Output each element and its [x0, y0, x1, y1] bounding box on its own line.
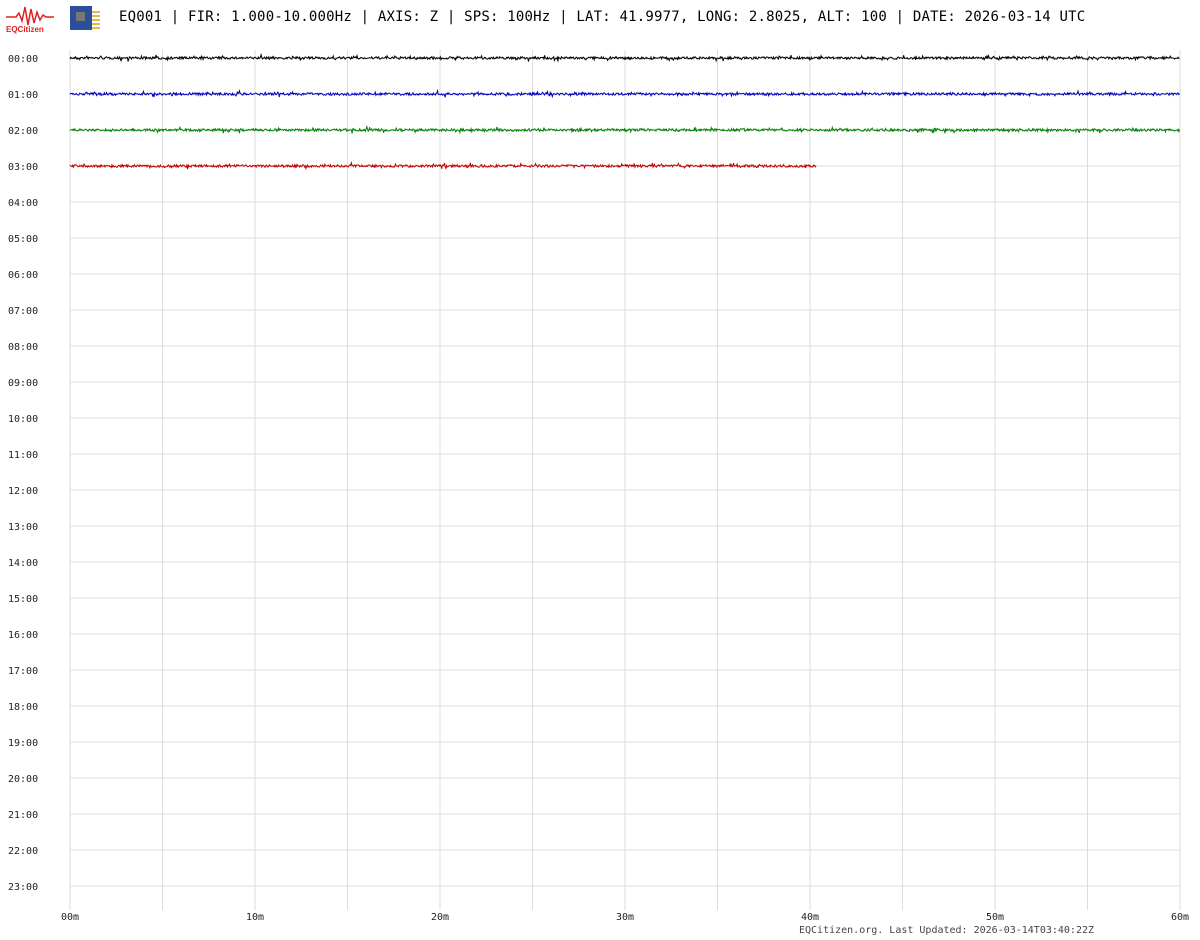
y-tick-label: 11:00	[8, 450, 38, 461]
y-tick-label: 16:00	[8, 630, 38, 641]
x-tick-label: 60m	[1171, 912, 1189, 923]
x-tick-label: 00m	[61, 912, 79, 923]
y-tick-label: 06:00	[8, 270, 38, 281]
y-tick-label: 23:00	[8, 882, 38, 893]
y-tick-label: 01:00	[8, 90, 38, 101]
y-tick-label: 19:00	[8, 738, 38, 749]
x-tick-label: 20m	[431, 912, 449, 923]
x-tick-label: 50m	[986, 912, 1004, 923]
y-tick-label: 12:00	[8, 486, 38, 497]
y-tick-label: 07:00	[8, 306, 38, 317]
y-tick-label: 03:00	[8, 162, 38, 173]
y-tick-label: 20:00	[8, 774, 38, 785]
x-tick-label: 10m	[246, 912, 264, 923]
y-tick-label: 18:00	[8, 702, 38, 713]
y-tick-label: 14:00	[8, 558, 38, 569]
y-tick-label: 08:00	[8, 342, 38, 353]
last-updated-footer: EQCitizen.org. Last Updated: 2026-03-14T…	[799, 925, 1095, 936]
y-tick-label: 02:00	[8, 126, 38, 137]
x-tick-label: 30m	[616, 912, 634, 923]
y-tick-label: 15:00	[8, 594, 38, 605]
y-tick-label: 05:00	[8, 234, 38, 245]
y-tick-label: 13:00	[8, 522, 38, 533]
y-tick-label: 00:00	[8, 54, 38, 65]
y-tick-label: 09:00	[8, 378, 38, 389]
seismogram-chart: 00:00 01:00 02:00 03:00 04:00 05:00 06:00 07:00…	[8, 50, 1189, 923]
y-tick-label: 10:00	[8, 414, 38, 425]
y-tick-label: 04:00	[8, 198, 38, 209]
y-tick-label: 21:00	[8, 810, 38, 821]
x-tick-label: 40m	[801, 912, 819, 923]
y-tick-label: 17:00	[8, 666, 38, 677]
y-tick-label: 22:00	[8, 846, 38, 857]
